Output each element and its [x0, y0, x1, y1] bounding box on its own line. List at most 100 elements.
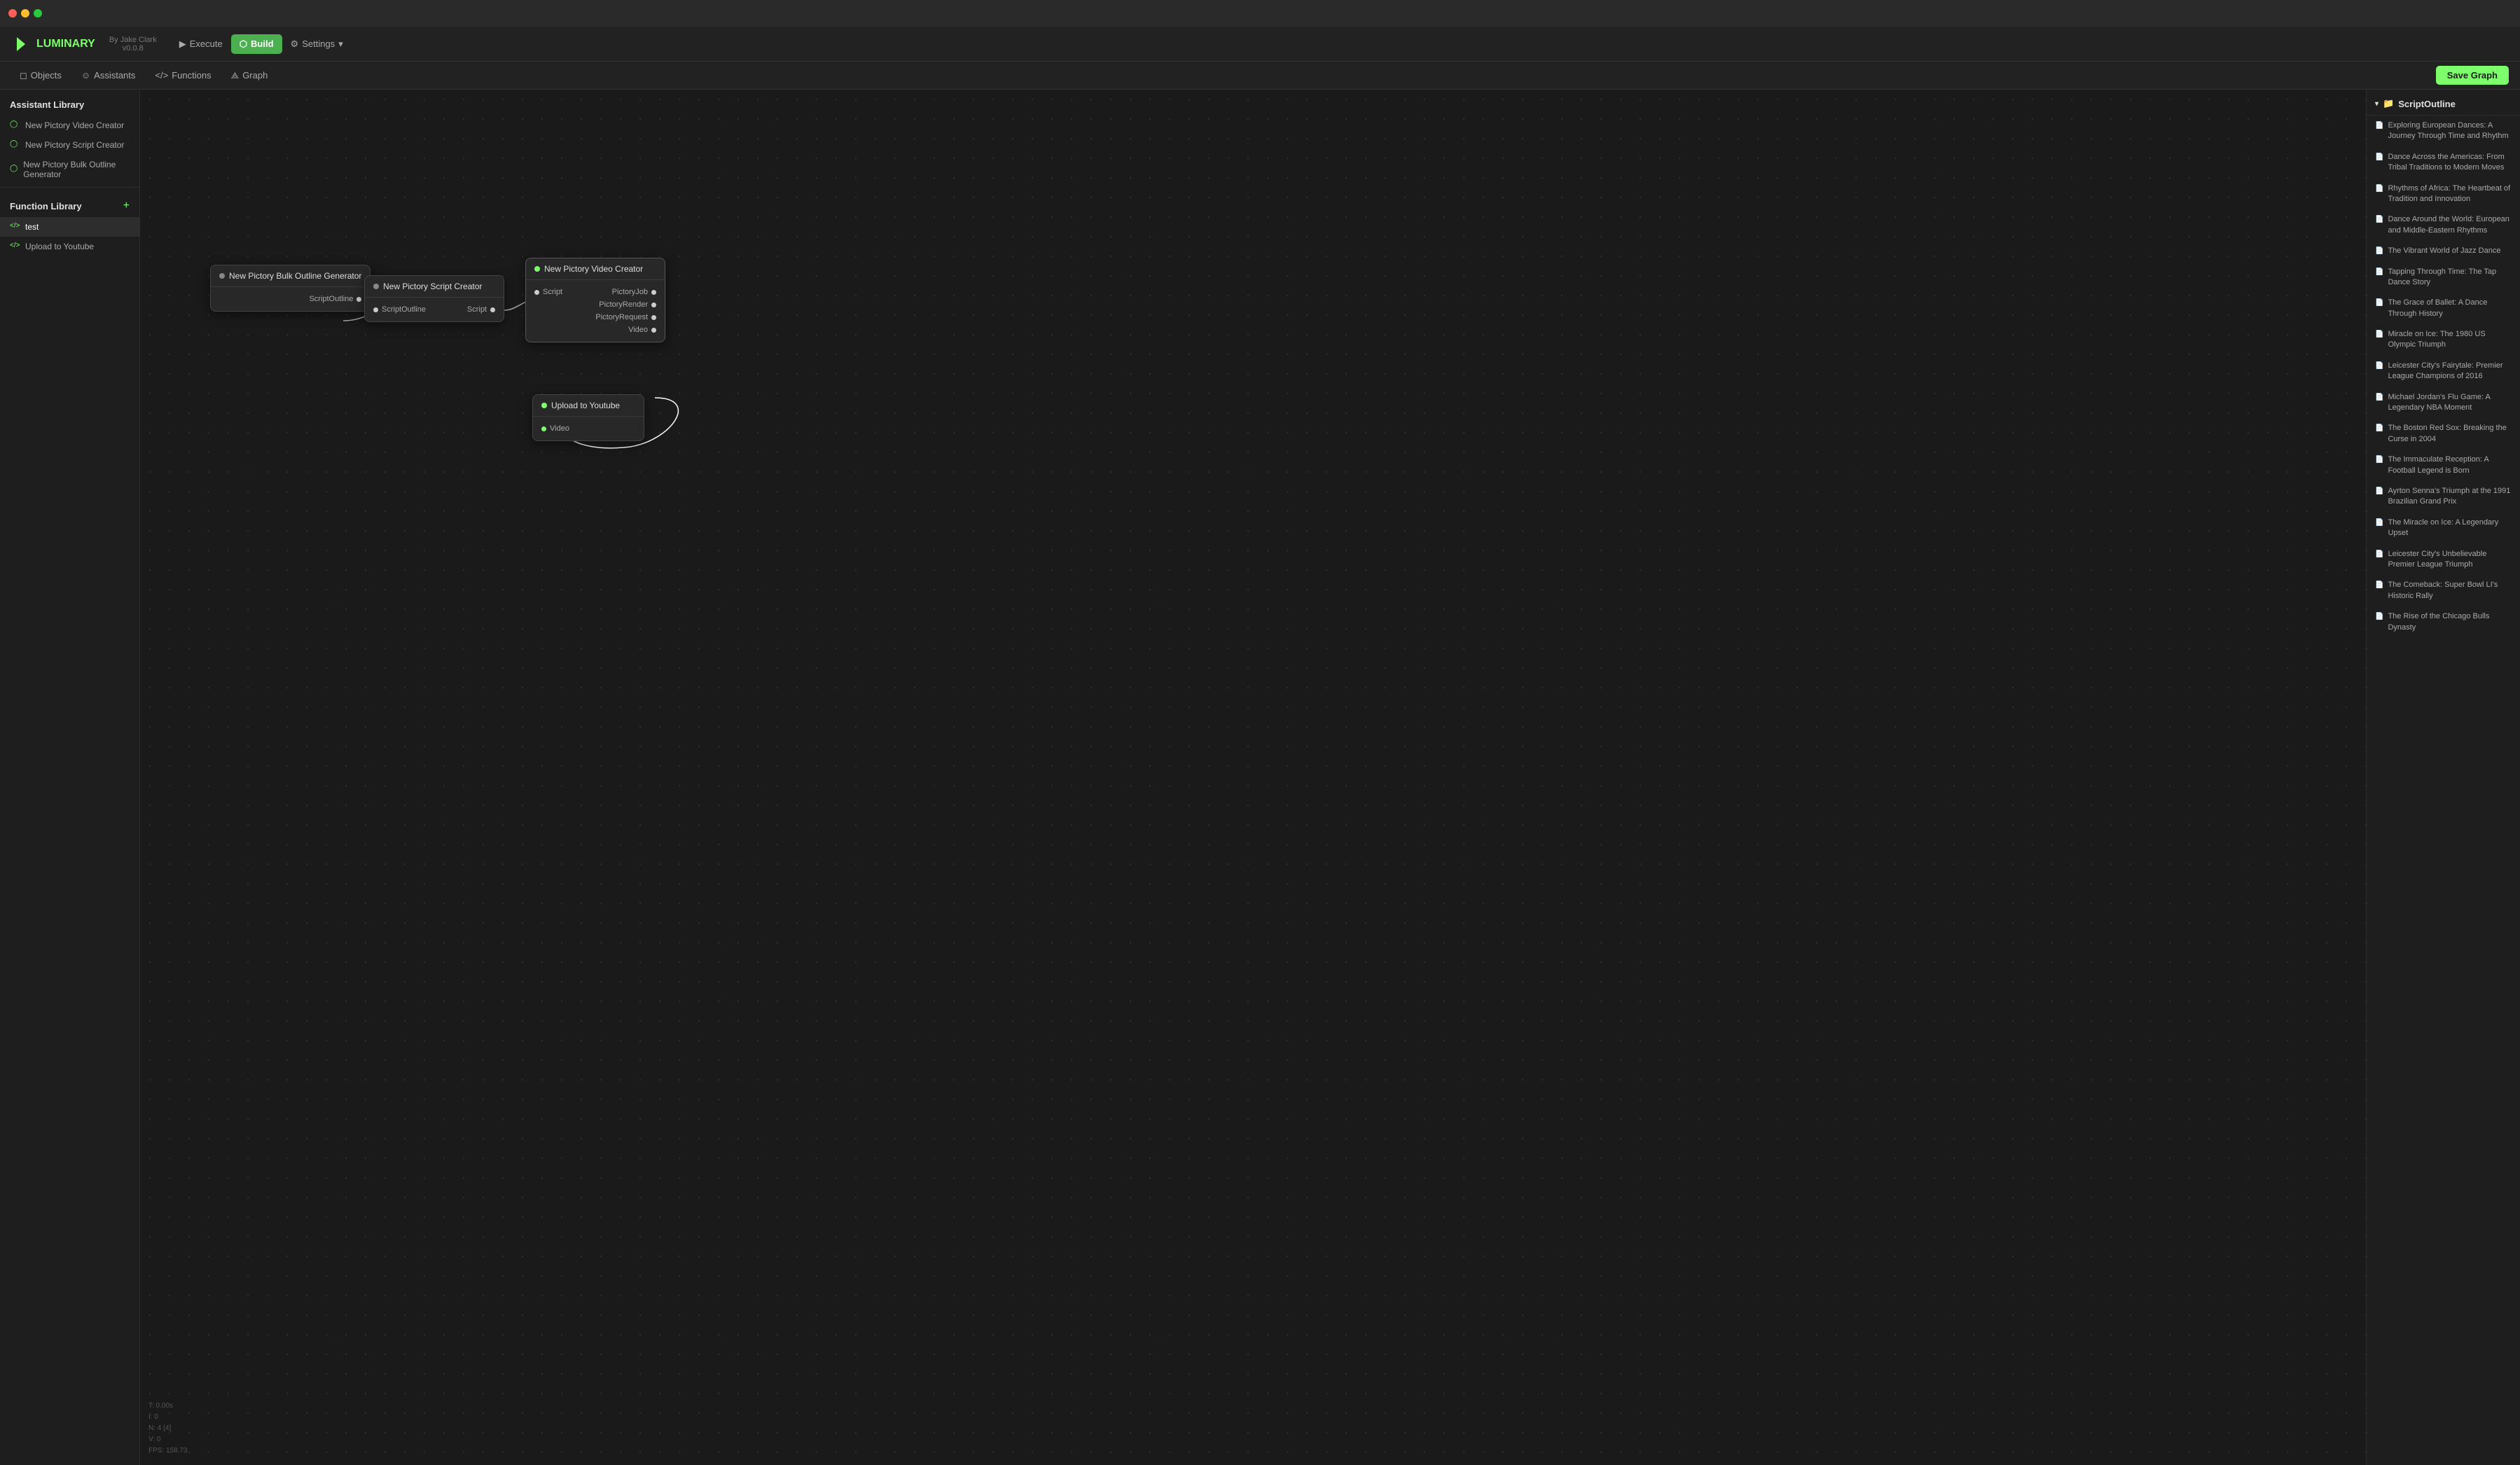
minimize-button[interactable] [21, 9, 29, 18]
node-body: Video [533, 417, 644, 440]
right-panel-item[interactable]: 📄 The Comeback: Super Bowl LI's Historic … [2367, 575, 2520, 606]
execute-label: Execute [190, 39, 223, 49]
canvas-area[interactable]: New Pictory Bulk Outline Generator Scrip… [140, 90, 2366, 1465]
node-header-script: New Pictory Script Creator [365, 276, 504, 298]
right-panel-item[interactable]: 📄The Vibrant World of Jazz Dance [2367, 241, 2520, 261]
right-panel-items: 📄Exploring European Dances: A Journey Th… [2367, 116, 2520, 638]
stat-t: T: 0.00s [148, 1401, 188, 1412]
right-panel: ▾ 📁 ScriptOutline 📄Exploring European Da… [2366, 90, 2520, 1465]
item-label: The Boston Red Sox: Breaking the Curse i… [2388, 423, 2512, 445]
function-library-header: Function Library + [0, 190, 139, 217]
traffic-lights [8, 9, 42, 18]
stats-panel: T: 0.00s I: 0 N: 4 [4] V: 0 FPS: 158.73 [148, 1401, 188, 1457]
right-panel-item[interactable]: 📄Dance Around the World: European and Mi… [2367, 209, 2520, 241]
right-panel-item[interactable]: 📄The Grace of Ballet: A Dance Through Hi… [2367, 293, 2520, 324]
sidebar-item-video-creator[interactable]: ◯ New Pictory Video Creator [0, 116, 139, 135]
node-video-creator[interactable]: New Pictory Video Creator Script Pictory… [525, 258, 665, 342]
build-button[interactable]: ⬡ Build [231, 34, 282, 54]
save-graph-button[interactable]: Save Graph [2436, 66, 2509, 85]
document-icon: 📄 [2375, 581, 2383, 590]
right-panel-item[interactable]: 📄Michael Jordan's Flu Game: A Legendary … [2367, 387, 2520, 419]
graph-tab[interactable]: ⟁ Graph [223, 67, 277, 85]
document-icon: 📄 [2375, 184, 2383, 194]
objects-label: Objects [31, 70, 62, 81]
port-label: Video [550, 424, 569, 433]
right-panel-item[interactable]: 📄The Boston Red Sox: Breaking the Curse … [2367, 418, 2520, 450]
assistant-icon: ◯ [10, 165, 18, 174]
sidebar-item-upload-youtube[interactable]: </> Upload to Youtube [0, 237, 139, 256]
node-output-row: ScriptOutline [219, 293, 361, 305]
assistant-icon: ◯ [10, 140, 20, 150]
port-dot [651, 328, 656, 333]
right-panel-item[interactable]: 📄The Miracle on Ice: A Legendary Upset [2367, 513, 2520, 544]
right-panel-title: ScriptOutline [2398, 99, 2456, 109]
right-panel-item[interactable]: 📄Rhythms of Africa: The Heartbeat of Tra… [2367, 179, 2520, 210]
port-dot [490, 307, 495, 312]
input-port: Script [534, 288, 562, 296]
execute-button[interactable]: ▶ Execute [171, 34, 231, 54]
port-label: PictoryJob [612, 288, 648, 296]
port-dot [541, 426, 546, 431]
right-panel-item[interactable]: 📄Leicester City's Unbelievable Premier L… [2367, 544, 2520, 576]
node-title: Upload to Youtube [551, 401, 620, 410]
functions-icon: </> [155, 70, 168, 81]
item-label: Ayrton Senna's Triumph at the 1991 Brazi… [2388, 486, 2512, 508]
item-label: Dance Across the Americas: From Tribal T… [2388, 152, 2512, 174]
sidebar-item-test[interactable]: </> test [0, 217, 139, 237]
right-panel-item[interactable]: 📄Ayrton Senna's Triumph at the 1991 Braz… [2367, 481, 2520, 513]
port-dot [373, 307, 378, 312]
node-body: ScriptOutline Script [365, 298, 504, 321]
output-port: PictoryRender [599, 300, 656, 309]
node-header-upload: Upload to Youtube [533, 395, 644, 417]
sidebar-item-bulk-outline[interactable]: ◯ New Pictory Bulk Outline Generator [0, 155, 139, 184]
graph-label: Graph [242, 70, 268, 81]
output-port: PictoryJob [612, 288, 656, 296]
right-panel-item[interactable]: 📄Leicester City's Fairytale: Premier Lea… [2367, 356, 2520, 387]
output-port: Video [628, 326, 656, 334]
node-bulk-outline[interactable]: New Pictory Bulk Outline Generator Scrip… [210, 265, 371, 312]
port-dot [356, 297, 361, 302]
right-panel-item[interactable]: 📄Tapping Through Time: The Tap Dance Sto… [2367, 262, 2520, 293]
right-panel-item[interactable]: 📄The Immaculate Reception: A Football Le… [2367, 450, 2520, 481]
port-label: ScriptOutline [309, 295, 353, 303]
node-io-row: ScriptOutline Script [373, 303, 495, 316]
function-icon: </> [10, 222, 20, 232]
input-port: ScriptOutline [373, 305, 426, 314]
chevron-down-icon: ▾ [2375, 100, 2379, 108]
settings-button[interactable]: ⚙ Settings ▾ [282, 34, 352, 54]
node-script-creator[interactable]: New Pictory Script Creator ScriptOutline… [364, 275, 504, 322]
node-status-dot [534, 266, 540, 272]
document-icon: 📄 [2375, 393, 2383, 403]
sidebar-item-label: Upload to Youtube [25, 242, 94, 251]
sidebar-item-script-creator[interactable]: ◯ New Pictory Script Creator [0, 135, 139, 155]
item-label: The Immaculate Reception: A Football Leg… [2388, 454, 2512, 476]
document-icon: 📄 [2375, 298, 2383, 308]
close-button[interactable] [8, 9, 17, 18]
document-icon: 📄 [2375, 121, 2383, 131]
input-port: Video [541, 424, 569, 433]
maximize-button[interactable] [34, 9, 42, 18]
right-panel-item[interactable]: 📄The Rise of the Chicago Bulls Dynasty [2367, 606, 2520, 638]
right-panel-item[interactable]: 📄Dance Across the Americas: From Tribal … [2367, 147, 2520, 179]
node-body: ScriptOutline [211, 287, 370, 311]
port-label: PictoryRender [599, 300, 648, 309]
objects-tab[interactable]: ◻ Objects [11, 67, 70, 85]
node-body: Script PictoryJob PictoryRender [526, 280, 665, 342]
node-status-dot [541, 403, 547, 408]
sidebar: Assistant Library ◯ New Pictory Video Cr… [0, 90, 140, 1465]
item-label: The Comeback: Super Bowl LI's Historic R… [2388, 580, 2512, 602]
right-panel-item[interactable]: 📄Exploring European Dances: A Journey Th… [2367, 116, 2520, 147]
logo-text: LUMINARY [36, 38, 95, 50]
functions-tab[interactable]: </> Functions [146, 67, 219, 84]
settings-icon: ⚙ [291, 39, 299, 50]
assistants-tab[interactable]: ☺ Assistants [73, 67, 144, 84]
node-upload-youtube[interactable]: Upload to Youtube Video [532, 394, 644, 441]
port-dot [651, 290, 656, 295]
item-label: Miracle on Ice: The 1980 US Olympic Triu… [2388, 329, 2512, 351]
output-port: Script [467, 305, 495, 314]
port-dot [651, 303, 656, 307]
settings-chevron-icon: ▾ [338, 39, 343, 50]
add-function-button[interactable]: + [123, 200, 130, 211]
right-panel-item[interactable]: 📄Miracle on Ice: The 1980 US Olympic Tri… [2367, 324, 2520, 356]
port-label: PictoryRequest [595, 313, 648, 321]
